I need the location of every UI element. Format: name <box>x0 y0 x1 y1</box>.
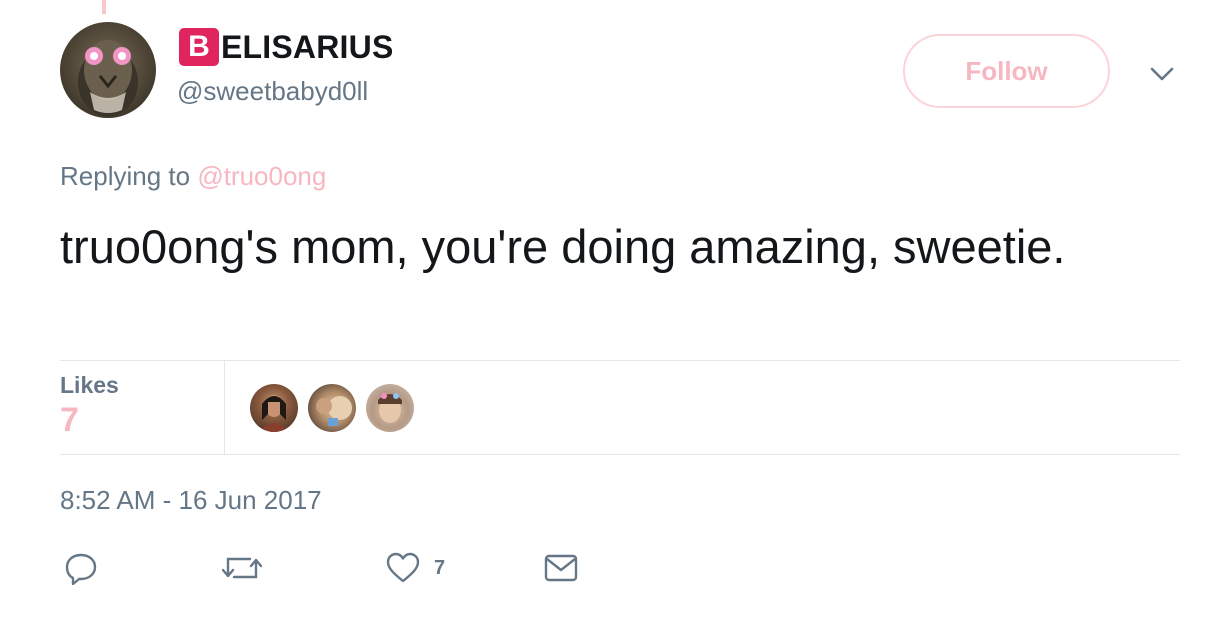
liker-avatar[interactable] <box>250 384 298 432</box>
tweet-text: truo0ong's mom, you're doing amazing, sw… <box>60 220 1066 273</box>
name-badge: B <box>179 28 219 66</box>
follow-button[interactable]: Follow <box>903 34 1110 108</box>
heart-icon <box>386 552 420 584</box>
envelope-icon <box>544 553 578 583</box>
divider <box>60 360 1180 361</box>
likes-count: 7 <box>60 401 79 439</box>
chevron-down-icon[interactable] <box>1148 60 1176 88</box>
stats-divider <box>224 361 225 455</box>
replying-prefix: Replying to <box>60 161 191 191</box>
likes-stat[interactable]: Likes 7 <box>60 372 119 440</box>
liker-avatars <box>250 384 424 432</box>
avatar[interactable] <box>60 22 156 118</box>
display-name[interactable]: ELISARIUS <box>221 29 394 66</box>
retweet-button[interactable] <box>222 548 262 588</box>
message-button[interactable] <box>544 548 578 588</box>
like-button[interactable]: 7 <box>386 548 445 588</box>
author-handle[interactable]: @sweetbabyd0ll <box>177 76 368 107</box>
reply-icon <box>64 551 98 585</box>
liker-avatar[interactable] <box>308 384 356 432</box>
thread-connector <box>102 0 106 14</box>
reply-button[interactable] <box>64 548 98 588</box>
reply-mention-link[interactable]: @truo0ong <box>197 161 326 191</box>
likes-label: Likes <box>60 372 119 398</box>
liker-avatar[interactable] <box>366 384 414 432</box>
tweet-timestamp[interactable]: 8:52 AM - 16 Jun 2017 <box>60 485 322 516</box>
like-count: 7 <box>434 556 446 579</box>
retweet-icon <box>222 551 262 585</box>
replying-to: Replying to @truo0ong <box>60 161 326 192</box>
divider <box>60 454 1180 455</box>
author-name[interactable]: B ELISARIUS <box>179 28 394 66</box>
